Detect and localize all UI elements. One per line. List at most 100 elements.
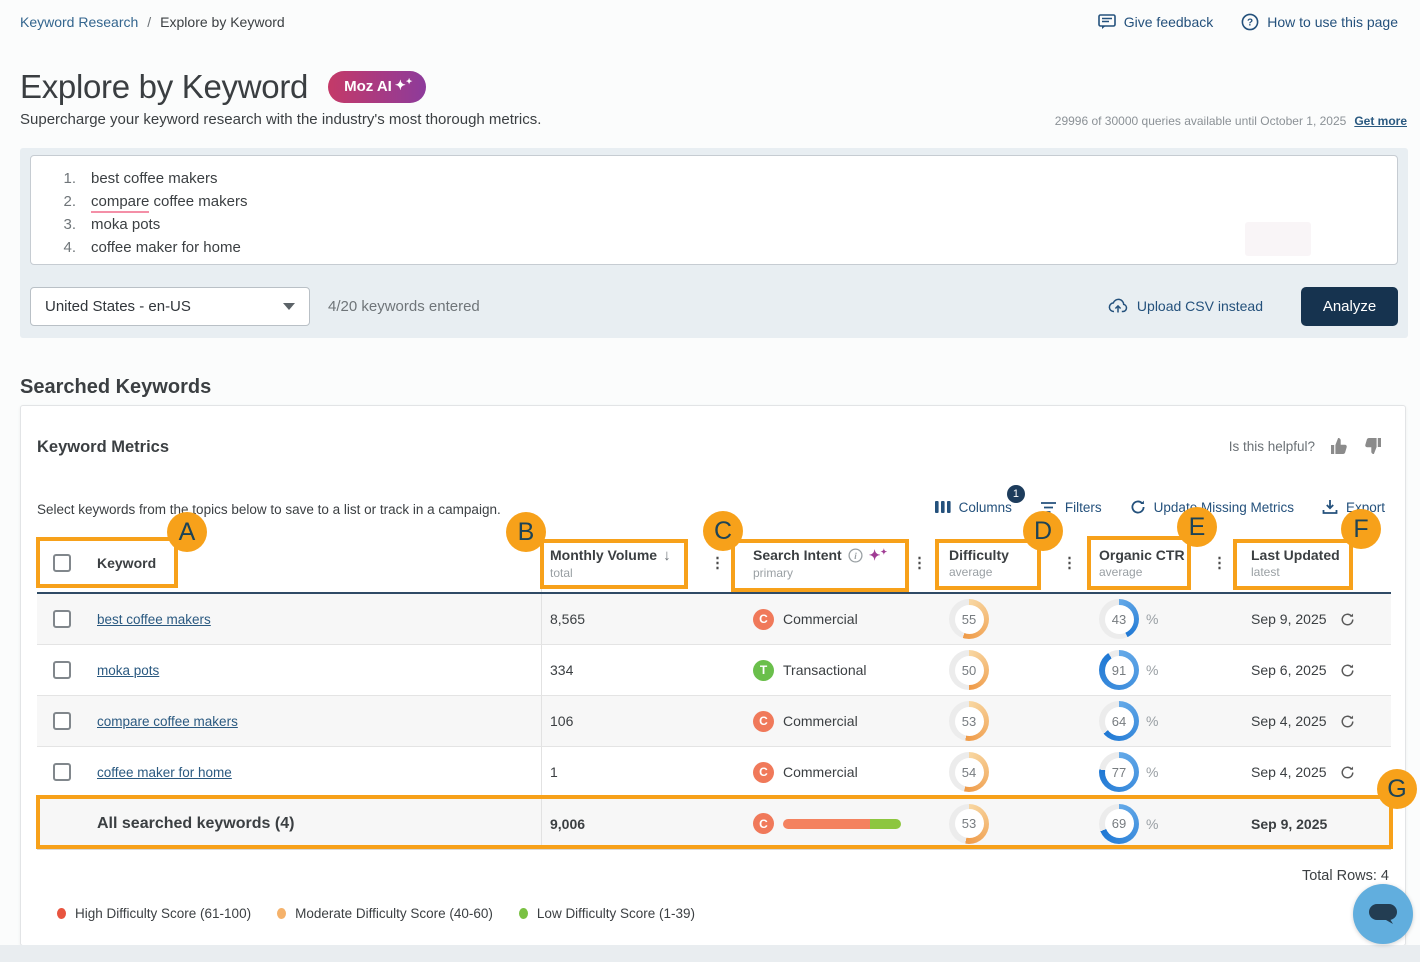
legend-item-moderate: Moderate Difficulty Score (40-60) [277,906,493,921]
keyword-textarea[interactable]: 1. best coffee makers 2. compare coffee … [30,155,1398,265]
column-menu-icon[interactable]: ⋮ [1062,556,1077,571]
total-rows-text: Total Rows: 4 [1302,868,1389,884]
columns-icon [935,500,951,514]
keyword-metrics-card: Keyword Metrics Is this helpful? Select … [20,405,1406,946]
monthly-volume-column-header[interactable]: Monthly Volume↓ [550,547,671,564]
refresh-icon [1130,499,1146,515]
columns-count-badge: 1 [1007,485,1025,503]
last-updated-value: Sep 9, 2025 [1251,611,1327,627]
analyze-button[interactable]: Analyze [1301,287,1398,326]
keyword-entry-number: 3. [31,216,91,233]
keyword-column-header[interactable]: Keyword [97,555,156,571]
row-checkbox[interactable] [53,712,71,730]
sort-descending-icon[interactable]: ↓ [663,547,671,564]
page-subtitle: Supercharge your keyword research with t… [20,111,541,128]
is-this-helpful-label: Is this helpful? [1229,439,1315,454]
keyword-link[interactable]: best coffee makers [97,612,211,627]
organic-ctr-column-header[interactable]: Organic CTR [1099,547,1185,563]
how-to-use-link[interactable]: ? How to use this page [1241,13,1398,31]
last-updated-column-header[interactable]: Last Updated [1251,547,1340,563]
keyword-entry: 4. coffee maker for home [31,236,1397,259]
table-row: moka pots 334 T Transactional 50 91% Sep… [37,645,1391,696]
columns-button[interactable]: Columns 1 [935,500,1012,515]
thumbs-down-icon[interactable] [1363,436,1383,456]
difficulty-gauge: 54 [949,752,989,792]
update-missing-metrics-label: Update Missing Metrics [1154,500,1294,515]
keyword-metrics-table: Keyword Monthly Volume↓ total ⋮ Search I… [37,534,1391,850]
search-intent-column-header[interactable]: Search Intent i ✦✦ [753,547,887,564]
breadcrumb-parent-link[interactable]: Keyword Research [20,14,138,30]
legend-item-high: High Difficulty Score (61-100) [57,906,251,921]
refresh-row-icon[interactable] [1340,612,1355,627]
refresh-row-icon[interactable] [1340,765,1355,780]
sparkle-icon: ✦✦ [395,77,413,93]
export-button[interactable]: Export [1322,499,1385,515]
summary-label: All searched keywords (4) [97,798,541,849]
keyword-entry: 2. compare coffee makers [31,190,1397,213]
column-menu-icon[interactable]: ⋮ [710,556,725,571]
help-icon: ? [1241,13,1259,31]
keyword-link[interactable]: coffee maker for home [97,765,232,780]
ctr-gauge: 43 [1099,599,1139,639]
difficulty-column-header[interactable]: Difficulty [949,547,1009,563]
select-all-checkbox[interactable] [53,554,71,572]
ctr-gauge: 69 [1099,804,1139,844]
filters-button[interactable]: Filters [1040,500,1102,515]
locale-select[interactable]: United States - en-US [30,287,310,326]
get-more-link[interactable]: Get more [1354,114,1407,128]
update-missing-metrics-button[interactable]: Update Missing Metrics [1130,499,1294,515]
search-intent-subheader: primary [753,566,887,580]
thumbs-up-icon[interactable] [1329,436,1349,456]
keyword-entry-text: coffee maker for home [91,239,241,256]
how-to-use-label: How to use this page [1267,14,1398,30]
intent-badge: C [753,813,774,834]
refresh-row-icon[interactable] [1340,663,1355,678]
keyword-link[interactable]: compare coffee makers [97,714,238,729]
cloud-upload-icon [1108,297,1128,314]
ctr-gauge: 64 [1099,701,1139,741]
breadcrumb-separator: / [147,14,151,30]
intent-label: Transactional [783,662,867,678]
last-updated-subheader: latest [1251,565,1340,579]
legend-item-low: Low Difficulty Score (1-39) [519,906,695,921]
row-checkbox[interactable] [53,610,71,628]
table-row: best coffee makers 8,565 C Commercial 55… [37,594,1391,645]
card-title: Keyword Metrics [37,438,169,457]
row-checkbox[interactable] [53,763,71,781]
spellcheck-underlined-word: compare [91,193,149,213]
refresh-row-icon[interactable] [1340,714,1355,729]
table-row: coffee maker for home 1 C Commercial 54 … [37,747,1391,798]
last-updated-value: Sep 4, 2025 [1251,764,1327,780]
chat-widget-button[interactable] [1353,884,1413,944]
columns-label: Columns [959,500,1012,515]
feedback-icon [1098,14,1116,30]
column-menu-icon[interactable]: ⋮ [1212,556,1227,571]
monthly-volume-value: 106 [541,696,729,746]
give-feedback-link[interactable]: Give feedback [1098,14,1214,30]
summary-last-updated: Sep 9, 2025 [1231,798,1391,849]
ai-sparkle-icon: ✦✦ [869,547,887,564]
intent-badge: C [753,762,774,783]
difficulty-gauge: 53 [949,804,989,844]
page-title: Explore by Keyword [20,68,308,106]
difficulty-gauge: 53 [949,701,989,741]
chevron-down-icon [283,303,295,310]
filter-icon [1040,501,1057,514]
info-icon[interactable]: i [848,548,863,563]
difficulty-subheader: average [949,565,1009,579]
legend-label: High Difficulty Score (61-100) [75,906,251,921]
moz-ai-badge: Moz AI ✦✦ [328,71,426,103]
monthly-volume-subheader: total [550,566,671,580]
card-subtitle: Select keywords from the topics below to… [37,502,501,517]
monthly-volume-value: 8,565 [541,594,729,644]
upload-csv-label: Upload CSV instead [1137,298,1263,314]
upload-csv-link[interactable]: Upload CSV instead [1108,297,1263,314]
svg-text:?: ? [1247,18,1253,29]
keyword-link[interactable]: moka pots [97,663,159,678]
keyword-input-panel: 1. best coffee makers 2. compare coffee … [20,148,1408,338]
chat-bubble-icon [1366,900,1400,928]
table-row: compare coffee makers 106 C Commercial 5… [37,696,1391,747]
row-checkbox[interactable] [53,661,71,679]
column-menu-icon[interactable]: ⋮ [912,556,927,571]
intent-label: Commercial [783,611,858,627]
